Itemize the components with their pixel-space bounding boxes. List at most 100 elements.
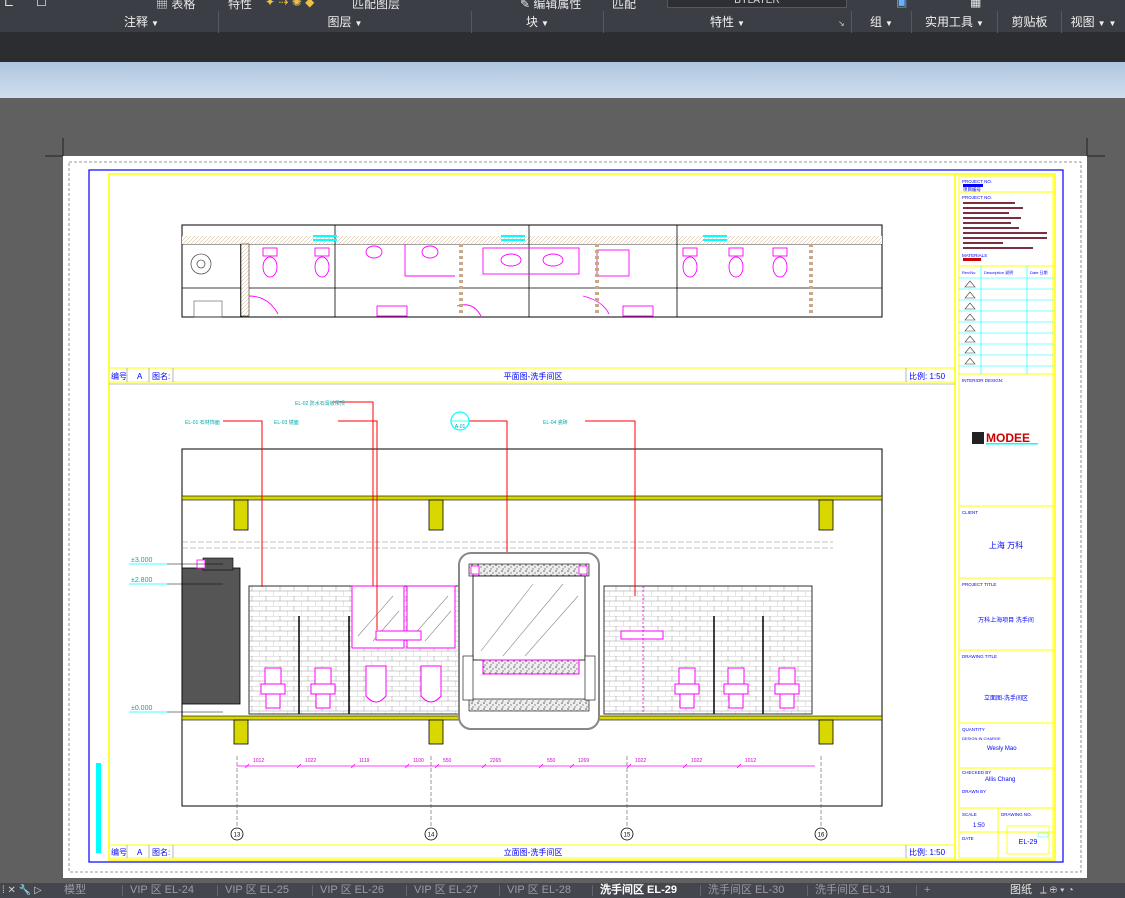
modee-logo-mark — [972, 432, 984, 444]
tb-project-title-value: 万科上海项目 洗手间 — [978, 616, 1034, 624]
panel-label: 剪贴板 — [1011, 15, 1048, 29]
ribbon-panels: 注释 ▼ 图层 ▼ 块 ▼ 特性 ▼ 组 ▼ 实用工具 ▼ 剪贴板 视图 ▼ ▼ ↘ — [0, 11, 1125, 33]
dimension-label: 1100 — [413, 758, 424, 764]
tb-drawing-title-label: DRAWING TITLE — [962, 654, 997, 659]
calculator-icon[interactable]: ▦ — [970, 0, 981, 9]
tb-rev-date: Date 日期 — [1030, 269, 1048, 275]
layout-tab[interactable]: VIP 区 EL-25 — [225, 883, 289, 898]
callout-1: EL-01 石材饰面 — [185, 419, 220, 426]
draw-icon[interactable]: ⊏ — [4, 0, 14, 9]
viewport-header — [0, 62, 1125, 98]
grid-bubble-label: 14 — [428, 833, 435, 839]
elev-scale: 比例: 1:50 — [909, 847, 946, 857]
ribbon: ⊏ ☐ ▦ 表格 特性 ✦ ⇢ ✺ ◆ 匹配图层 ✎ 编辑属性 匹配 ▣ ▦ B… — [0, 0, 1125, 33]
autocad-window: { "ribbon": { "top_items": { "table": "表… — [0, 0, 1125, 898]
tb-rev-desc: Description 说明 — [984, 269, 1013, 275]
panel-properties[interactable]: 特性 ▼ — [604, 11, 852, 33]
elev-title: 立面图-洗手间区 — [504, 847, 563, 857]
layout-tab[interactable]: VIP 区 EL-26 — [320, 883, 384, 898]
edit-attributes-label: 编辑属性 — [533, 0, 582, 11]
elevation-view: A-01 — [129, 401, 883, 826]
panel-groups[interactable]: 组 ▼ — [852, 11, 912, 33]
plan-tag-label: 编号 — [111, 371, 127, 381]
layout-tab[interactable]: VIP 区 EL-24 — [130, 883, 194, 898]
toolbar-strip — [0, 33, 1125, 62]
layout-tab[interactable]: VIP 区 EL-27 — [414, 883, 478, 898]
caret-down-icon: ▼ — [885, 19, 893, 28]
plan-title: 平面图-洗手间区 — [504, 371, 563, 381]
panel-view[interactable]: 视图 ▼ ▼ — [1062, 11, 1125, 33]
tb-drawing-no-label: DRAWING NO. — [1001, 812, 1032, 817]
paper-sheet[interactable]: 编号 A 图名: 平面图-洗手间区 比例: 1:50 A-01 EL-01 石材… — [63, 156, 1087, 878]
dimension-label: 1012 — [253, 758, 264, 764]
dimension-label: 1022 — [691, 758, 702, 764]
layout-tab[interactable]: VIP 区 EL-28 — [507, 883, 571, 898]
match-layer-button[interactable]: 匹配图层 — [352, 0, 400, 11]
tb-design-in-charge-value: Wesly Mao — [987, 746, 1017, 752]
text-icon[interactable]: ☐ — [36, 0, 47, 9]
level-label-top: ±3.000 — [131, 557, 152, 564]
dimension-label: 2265 — [490, 758, 501, 764]
layer-icon[interactable]: ✦ ⇢ ✺ ◆ — [265, 0, 314, 9]
grid-bubble-label: 16 — [818, 833, 825, 839]
tb-client-label: CLIENT — [962, 510, 978, 515]
command-line-icons[interactable]: ⁞ ✕ 🔧 ▷ — [2, 883, 42, 898]
tab-separator — [312, 885, 313, 896]
add-layout-tab[interactable]: + — [924, 883, 930, 898]
tb-logo-text: MODEE — [986, 431, 1030, 445]
layout-tab[interactable]: 洗手间区 EL-30 — [708, 883, 784, 898]
tb-project-title-label: PROJECT TITLE — [962, 582, 996, 587]
callout-4: EL-04 瓷砖 — [543, 419, 568, 426]
dialog-launcher-icon[interactable]: ↘ — [838, 19, 845, 28]
paper-space-button[interactable]: 图纸 — [1010, 883, 1032, 898]
lineweight-dropdown[interactable]: BYLAYER — [667, 0, 847, 8]
panel-annotation[interactable]: 注释 ▼ — [65, 11, 219, 33]
tb-materials-label: MATERIALS — [962, 253, 987, 258]
plan-scale: 比例: 1:50 — [909, 371, 946, 381]
dimension-label: 1119 — [359, 758, 370, 764]
grid-bubble-label: 13 — [234, 833, 241, 839]
caret-down-icon: ▼ — [541, 19, 549, 28]
panel-clipboard[interactable]: 剪贴板 — [998, 11, 1062, 33]
dimension-label: 1012 — [745, 758, 756, 764]
cyan-strip — [96, 763, 101, 853]
panel-block[interactable]: 块 ▼ — [472, 11, 604, 33]
caret-down-icon: ▼ — [1097, 19, 1106, 28]
edit-attributes-button[interactable]: ✎ 编辑属性 — [520, 0, 581, 11]
tab-separator — [807, 885, 808, 896]
plan-view — [181, 224, 883, 318]
tb-client-value: 上海 万科 — [989, 540, 1023, 550]
panel-utilities[interactable]: 实用工具 ▼ — [912, 11, 998, 33]
tab-separator — [406, 885, 407, 896]
dimension-label: 550 — [443, 758, 452, 764]
caret-down-icon: ▼ — [737, 19, 745, 28]
table-button[interactable]: ▦ 表格 — [156, 0, 195, 11]
tab-separator — [122, 885, 123, 896]
layout-tab[interactable]: 洗手间区 EL-29 — [600, 883, 677, 898]
panel-label: 特性 — [710, 15, 735, 29]
tb-rev-no: Rev/No. — [962, 270, 976, 275]
dimension-label: 1022 — [635, 758, 646, 764]
elev-tag-label: 编号 — [111, 847, 127, 857]
level-label-floor: ±0.000 — [131, 705, 152, 712]
tb-drawing-title-value: 立面图-洗手间区 — [984, 694, 1028, 702]
panel-layers[interactable]: 图层 ▼ — [219, 11, 472, 33]
tab-model[interactable]: 模型 — [64, 883, 86, 898]
elev-drawing-label: 图名: — [152, 847, 170, 857]
drawing-canvas[interactable]: 编号 A 图名: 平面图-洗手间区 比例: 1:50 A-01 EL-01 石材… — [63, 156, 1087, 878]
select-icon[interactable]: ▣ — [896, 0, 907, 9]
panel-label: 图层 — [327, 15, 352, 29]
caret-down-icon: ▼ — [976, 19, 984, 28]
properties-button[interactable]: 特性 — [228, 0, 252, 11]
panel-label: 实用工具 — [925, 15, 974, 29]
section-marker-label: A-01 — [455, 424, 466, 430]
tb-project-no-label: PROJECT NO. — [962, 179, 992, 184]
layout-tab[interactable]: 洗手间区 EL-31 — [815, 883, 891, 898]
match-properties-button[interactable]: 匹配 — [612, 0, 636, 11]
tb-scale-value: 1:50 — [973, 823, 985, 829]
tb-scale-label: SCALE — [962, 812, 977, 817]
dimension-label: 1269 — [578, 758, 589, 764]
grid-bubbles: 13 14 15 16 — [230, 827, 828, 841]
status-icons[interactable]: ⟂ ⊕ ▾ ◔ — [1040, 883, 1074, 898]
grid-bubble-label: 15 — [624, 833, 631, 839]
